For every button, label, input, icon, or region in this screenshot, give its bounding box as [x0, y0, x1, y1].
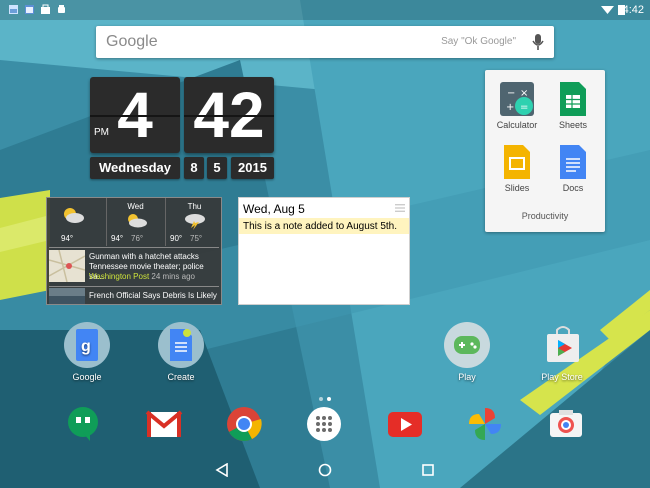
clock-day: 5	[207, 157, 227, 179]
hangouts-icon[interactable]	[64, 405, 102, 443]
youtube-icon[interactable]	[386, 405, 424, 443]
clock-hour-card[interactable]: 4 PM	[90, 77, 180, 153]
create-doc-icon	[170, 329, 192, 361]
partly-cloudy-icon	[128, 214, 147, 228]
news-source: Washington Post	[89, 272, 150, 281]
play-store-icon	[547, 326, 579, 362]
news-time: 24 mins ago	[151, 272, 196, 281]
clock-minute-card[interactable]: 42	[184, 77, 274, 153]
app-play[interactable]: Play	[438, 322, 496, 382]
calendar-note-widget[interactable]: Wed, Aug 5 This is a note added to Augus…	[238, 197, 410, 305]
svg-text:=: =	[520, 102, 528, 113]
all-apps-icon[interactable]	[305, 405, 343, 443]
app-create[interactable]: Create	[152, 322, 210, 382]
google-app-icon: g	[76, 329, 98, 361]
menu-icon[interactable]	[395, 204, 405, 212]
news-thumbnail	[49, 250, 85, 282]
search-hint: Say "Ok Google"	[441, 36, 516, 47]
thunderstorm-icon	[185, 214, 205, 230]
weather-today: 94°	[47, 198, 105, 246]
app-play-store[interactable]: Play Store	[531, 322, 593, 382]
status-time: 4:42	[622, 4, 644, 16]
news-item[interactable]: French Official Says Debris Is Likely	[49, 288, 219, 304]
svg-text:−: −	[507, 88, 515, 99]
photos-icon[interactable]	[466, 405, 504, 443]
gallery-icon	[9, 5, 18, 14]
app-calculator[interactable]: − × + = Calculator	[487, 80, 547, 130]
folder-label: Productivity	[521, 211, 569, 221]
gmail-icon[interactable]	[145, 405, 183, 443]
note-date: Wed, Aug 5	[243, 202, 305, 216]
weather-news-widget[interactable]: 94° Wed 94° 76° Thu 90° 75° Gunman with …	[46, 197, 222, 305]
app-sheets[interactable]: Sheets	[543, 80, 603, 130]
svg-text:+: +	[506, 102, 514, 113]
clock-month: 8	[184, 157, 204, 179]
google-logo: Google	[106, 33, 158, 50]
wifi-icon	[601, 6, 614, 14]
chrome-icon[interactable]	[225, 405, 263, 443]
microphone-icon[interactable]	[532, 32, 544, 52]
calendar-icon	[25, 5, 34, 14]
app-slides[interactable]: Slides	[487, 143, 547, 193]
weather-thu: Thu 90° 75°	[165, 198, 223, 246]
docs-icon	[560, 145, 586, 179]
home-icon[interactable]	[318, 463, 332, 477]
play-games-icon	[454, 336, 480, 354]
camera-icon[interactable]	[547, 405, 585, 443]
svg-text:g: g	[81, 338, 91, 355]
clock-ampm: PM	[94, 127, 109, 138]
google-search-bar[interactable]: Google Say "Ok Google"	[96, 26, 554, 58]
calculator-icon: − ×+ =	[500, 82, 534, 116]
navigation-bar	[0, 454, 650, 488]
sheets-icon	[560, 82, 586, 116]
app-google[interactable]: g Google	[58, 322, 116, 382]
weather-wed: Wed 94° 76°	[106, 198, 164, 246]
slides-icon	[504, 145, 530, 179]
note-text: This is a note added to August 5th.	[239, 218, 409, 234]
status-bar: 4:42	[0, 0, 650, 20]
page-indicator	[317, 388, 333, 406]
shopping-bag-icon	[41, 4, 50, 14]
clock-year: 2015	[231, 157, 274, 179]
app-docs[interactable]: Docs	[543, 143, 603, 193]
news-thumbnail	[49, 288, 85, 304]
android-icon	[58, 5, 65, 13]
back-icon[interactable]	[215, 463, 229, 477]
productivity-folder[interactable]: − × + = Calculator Sheets Slides Docs Produ…	[485, 70, 605, 232]
recents-icon[interactable]	[421, 463, 435, 477]
clock-weekday: Wednesday	[90, 157, 180, 179]
partly-cloudy-icon	[64, 208, 84, 223]
